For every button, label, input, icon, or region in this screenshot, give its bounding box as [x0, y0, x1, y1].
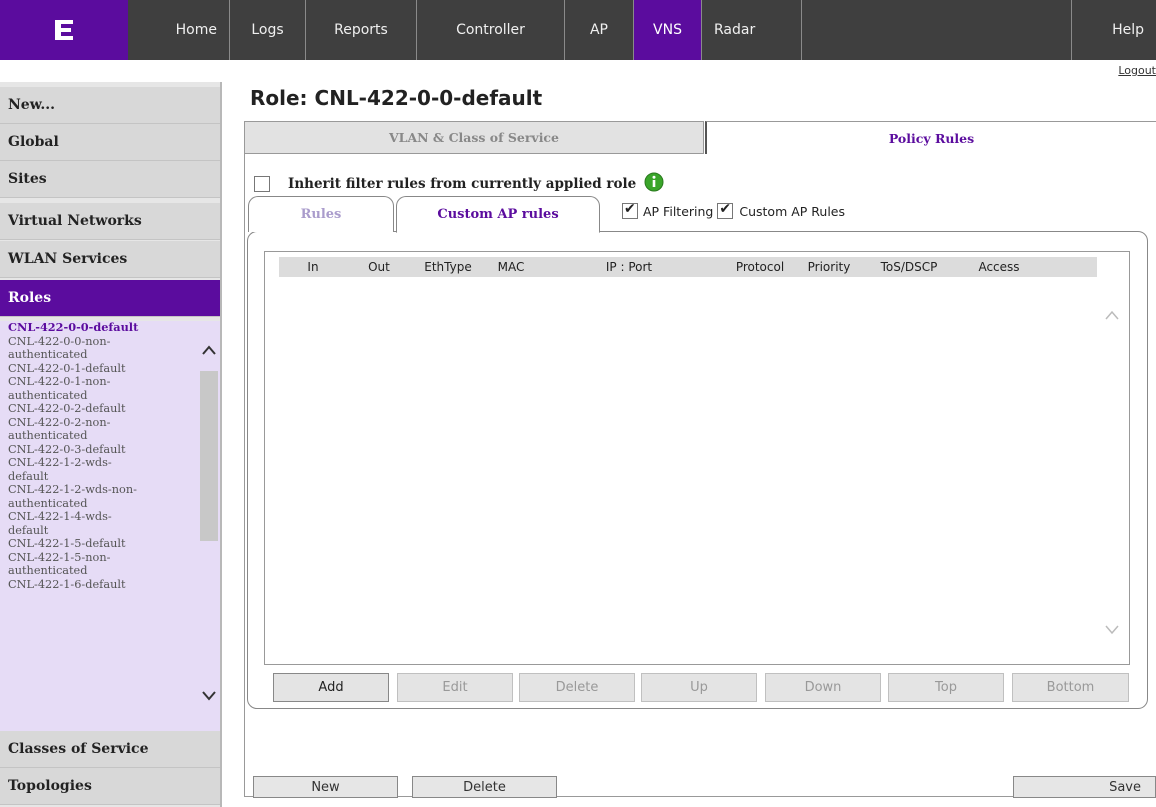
roles-scrollbar-thumb[interactable]	[200, 371, 218, 541]
nav-controller-label: Controller	[456, 22, 525, 38]
inherit-filter-row: Inherit filter rules from currently appl…	[254, 172, 664, 196]
nav-controller[interactable]: Controller	[417, 0, 565, 60]
col-tos-dscp[interactable]: ToS/DSCP	[859, 257, 959, 277]
col-in[interactable]: In	[279, 257, 347, 277]
ap-filtering-label: AP Filtering	[643, 203, 714, 219]
role-item[interactable]: CNL-422-1-2-wds-non-	[0, 483, 188, 497]
delete-button[interactable]: Delete	[412, 776, 557, 798]
ap-filter-options: AP Filtering Custom AP Rules	[622, 201, 846, 219]
col-protocol[interactable]: Protocol	[721, 257, 799, 277]
col-ethtype[interactable]: EthType	[411, 257, 485, 277]
sidebar-item-global[interactable]: Global	[0, 124, 220, 161]
nav-logs[interactable]: Logs	[230, 0, 306, 60]
subtab-rules[interactable]: Rules	[248, 196, 394, 232]
scroll-up-icon[interactable]	[202, 340, 216, 359]
custom-ap-rules-checkbox[interactable]	[717, 201, 734, 219]
col-priority[interactable]: Priority	[799, 257, 859, 277]
extreme-logo-icon[interactable]	[0, 0, 128, 60]
logout-link[interactable]: Logout	[1118, 64, 1156, 77]
nav-vns-label: VNS	[653, 22, 682, 38]
inherit-filter-label: Inherit filter rules from currently appl…	[288, 176, 637, 192]
nav-help-label: Help	[1112, 22, 1144, 38]
save-button[interactable]: Save	[1013, 776, 1156, 798]
table-scroll-up-icon[interactable]	[1105, 305, 1119, 324]
nav-vns[interactable]: VNS	[634, 0, 702, 60]
inherit-filter-checkbox[interactable]	[254, 176, 270, 192]
scroll-down-icon[interactable]	[202, 686, 216, 705]
role-item[interactable]: CNL-422-1-5-non-	[0, 551, 188, 565]
tab-policy-rules[interactable]: Policy Rules	[705, 121, 1156, 154]
role-item[interactable]: default	[0, 524, 188, 538]
up-button[interactable]: Up	[641, 673, 757, 702]
role-tabs: VLAN & Class of Service Policy Rules	[244, 121, 1156, 154]
role-item[interactable]: authenticated	[0, 348, 188, 362]
col-out[interactable]: Out	[347, 257, 411, 277]
role-item[interactable]: CNL-422-1-4-wds-	[0, 510, 188, 524]
tab-vlan-class-of-service[interactable]: VLAN & Class of Service	[244, 121, 704, 154]
role-item[interactable]: CNL-422-1-2-wds-	[0, 456, 188, 470]
col-mac[interactable]: MAC	[485, 257, 537, 277]
role-item[interactable]: authenticated	[0, 564, 188, 578]
role-item[interactable]: CNL-422-0-0-non-	[0, 335, 188, 349]
rules-table[interactable]	[264, 251, 1130, 665]
role-item[interactable]: default	[0, 470, 188, 484]
role-item[interactable]: CNL-422-0-1-default	[0, 362, 188, 376]
nav-ap-label: AP	[589, 22, 609, 38]
role-item[interactable]: CNL-422-1-6-default	[0, 578, 188, 592]
nav-reports[interactable]: Reports	[306, 0, 417, 60]
role-item[interactable]: CNL-422-0-1-non-	[0, 375, 188, 389]
add-button[interactable]: Add	[273, 673, 389, 702]
sidebar-item-classes-of-service[interactable]: Classes of Service	[0, 731, 220, 768]
new-button[interactable]: New	[253, 776, 398, 798]
col-ip-port[interactable]: IP : Port	[537, 257, 721, 277]
role-item[interactable]: CNL-422-0-2-non-	[0, 416, 188, 430]
top-nav-bar: Home Logs Reports Controller AP VNS Rada…	[0, 0, 1156, 60]
rules-table-header: In Out EthType MAC IP : Port Protocol Pr…	[279, 257, 1097, 277]
sidebar-item-wlan-services[interactable]: WLAN Services	[0, 241, 220, 278]
role-item[interactable]: authenticated	[0, 429, 188, 443]
top-button[interactable]: Top	[888, 673, 1004, 702]
role-item[interactable]: CNL-422-1-5-default	[0, 537, 188, 551]
col-access[interactable]: Access	[959, 257, 1039, 277]
roles-list: CNL-422-0-0-default CNL-422-0-0-non- aut…	[0, 321, 220, 731]
sidebar-item-virtual-networks[interactable]: Virtual Networks	[0, 203, 220, 240]
sidebar-item-topologies[interactable]: Topologies	[0, 768, 220, 805]
sidebar-item-new[interactable]: New...	[0, 87, 220, 124]
delete-rule-button[interactable]: Delete	[519, 673, 635, 702]
page-title: Role: CNL-422-0-0-default	[250, 86, 543, 110]
nav-reports-label: Reports	[334, 22, 388, 38]
nav-home[interactable]: Home	[128, 0, 230, 60]
table-scroll-down-icon[interactable]	[1105, 620, 1119, 639]
role-item[interactable]: authenticated	[0, 497, 188, 511]
sidebar-item-roles[interactable]: Roles	[0, 280, 220, 317]
ap-filtering-checkbox[interactable]	[622, 201, 638, 219]
role-item[interactable]: authenticated	[0, 389, 188, 403]
edit-button[interactable]: Edit	[397, 673, 513, 702]
nav-logs-label: Logs	[251, 22, 284, 38]
nav-help[interactable]: Help	[1072, 0, 1156, 60]
role-item[interactable]: CNL-422-0-2-default	[0, 402, 188, 416]
role-item[interactable]: CNL-422-0-0-default	[0, 321, 188, 335]
nav-radar[interactable]: Radar	[702, 0, 802, 60]
nav-radar-label: Radar	[714, 22, 756, 38]
nav-ap[interactable]: AP	[565, 0, 634, 60]
role-item[interactable]: CNL-422-0-3-default	[0, 443, 188, 457]
nav-spacer	[802, 0, 1072, 60]
nav-home-label: Home	[175, 22, 217, 38]
sidebar-item-sites[interactable]: Sites	[0, 161, 220, 198]
info-icon[interactable]	[644, 172, 664, 196]
subtab-custom-ap-rules[interactable]: Custom AP rules	[396, 196, 600, 233]
custom-ap-rules-label: Custom AP Rules	[739, 203, 846, 219]
down-button[interactable]: Down	[765, 673, 881, 702]
bottom-button[interactable]: Bottom	[1012, 673, 1129, 702]
